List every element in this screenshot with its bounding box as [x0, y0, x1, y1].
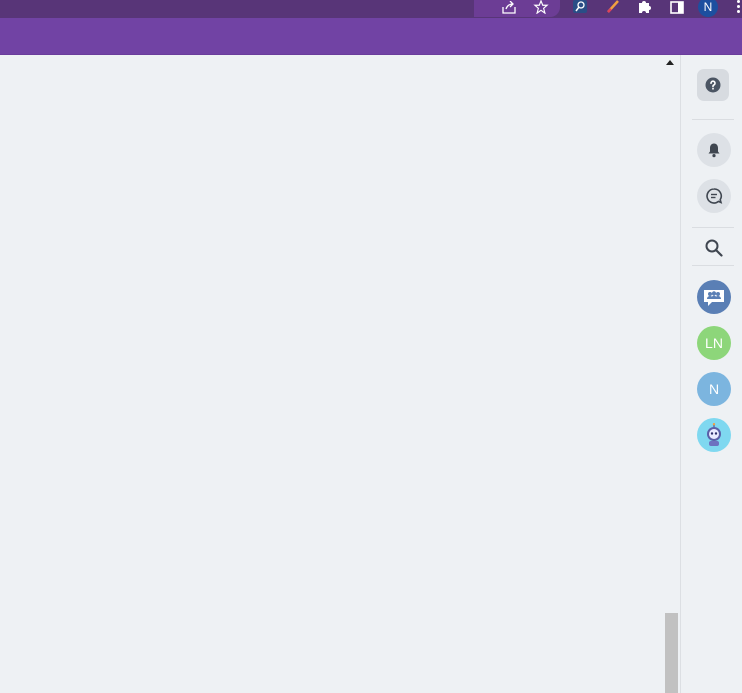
- group-chat-icon: [704, 290, 724, 306]
- scrollbar-thumb[interactable]: [665, 613, 678, 693]
- browser-menu-icon[interactable]: [737, 0, 740, 14]
- search-button[interactable]: [702, 236, 726, 260]
- threads-button[interactable]: [697, 179, 731, 213]
- bell-icon: [708, 143, 720, 158]
- scrollbar[interactable]: [663, 55, 679, 693]
- bookmark-star-icon[interactable]: [532, 0, 550, 14]
- side-panel-icon[interactable]: [668, 0, 686, 14]
- user-avatar-ln[interactable]: LN: [697, 326, 731, 360]
- group-avatar[interactable]: [697, 280, 731, 314]
- bot-avatar[interactable]: [697, 418, 731, 452]
- rail-divider: [692, 119, 734, 120]
- chat-bubble-icon: [706, 188, 723, 204]
- help-icon: [705, 77, 721, 93]
- extension-search-icon[interactable]: [571, 0, 589, 14]
- extensions-puzzle-icon[interactable]: [636, 0, 654, 14]
- browser-profile-avatar[interactable]: N: [698, 0, 718, 17]
- user-avatar-n[interactable]: N: [697, 372, 731, 406]
- browser-toolbar: N: [0, 0, 742, 18]
- share-icon[interactable]: [500, 0, 518, 14]
- search-icon: [705, 239, 723, 257]
- robot-icon: [707, 423, 721, 446]
- notifications-button[interactable]: [697, 133, 731, 167]
- help-button[interactable]: [697, 69, 729, 101]
- rail-divider: [692, 227, 734, 228]
- main-content: [0, 55, 663, 693]
- extension-pencil-icon[interactable]: [604, 0, 622, 14]
- app-header: [0, 18, 742, 55]
- scroll-up-arrow-icon[interactable]: [666, 60, 674, 65]
- rail-divider: [692, 265, 734, 266]
